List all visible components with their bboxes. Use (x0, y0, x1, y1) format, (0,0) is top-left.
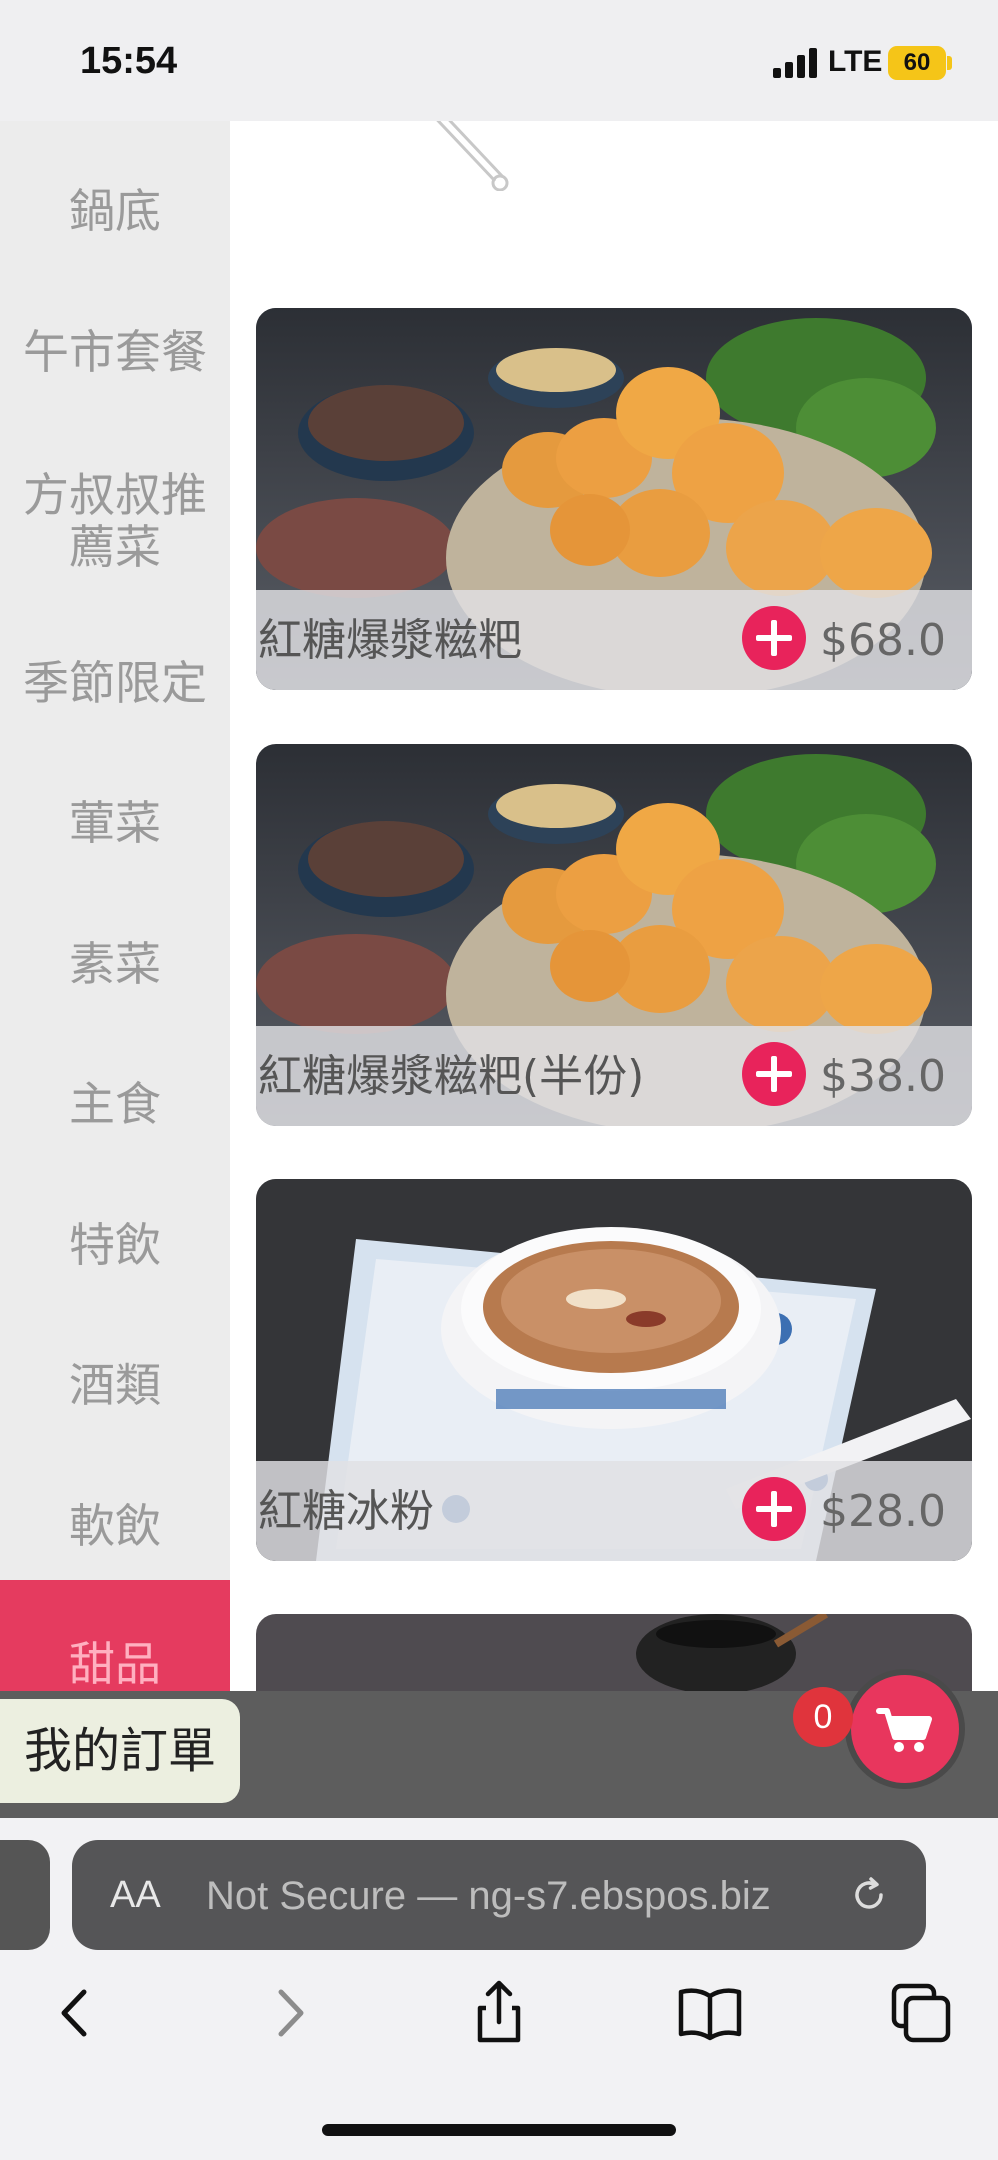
add-to-cart-button[interactable] (742, 1042, 806, 1106)
category-recommended-line1[interactable]: 方叔叔推 (0, 467, 230, 523)
category-staple[interactable]: 主食 (0, 1076, 230, 1132)
home-indicator (322, 2124, 676, 2136)
item-price: $28.0 (820, 1486, 946, 1537)
add-to-cart-button[interactable] (742, 1477, 806, 1541)
url-text: Not Secure — ng-s7.ebspos.biz (206, 1874, 771, 1918)
my-orders-button[interactable]: 我的訂單 (0, 1699, 240, 1803)
share-icon[interactable] (464, 1978, 534, 2048)
category-soft-drinks[interactable]: 軟飲 (0, 1498, 230, 1554)
shopping-cart-icon (876, 1708, 932, 1752)
category-pot-base[interactable]: 鍋底 (0, 183, 230, 239)
address-bar[interactable]: AA Not Secure — ng-s7.ebspos.biz (72, 1840, 926, 1950)
menu-item-card[interactable]: 紅糖爆漿糍粑 $68.0 (256, 308, 972, 690)
item-name: 紅糖爆漿糍粑(半份) (258, 1051, 645, 1102)
category-vegetable[interactable]: 素菜 (0, 936, 230, 992)
bowl-illustration-icon (436, 121, 509, 191)
menu-list: 紅糖爆漿糍粑 $68.0 紅糖爆漿糍粑(半份) $38.0 紅糖冰粉 $28.0 (230, 121, 998, 1691)
item-name: 紅糖冰粉 (258, 1486, 434, 1537)
tabs-icon[interactable] (886, 1978, 956, 2048)
category-seasonal[interactable]: 季節限定 (0, 655, 230, 711)
network-label: LTE (828, 45, 883, 78)
battery-tip (947, 56, 952, 70)
text-size-button[interactable]: AA (110, 1874, 161, 1917)
status-time: 15:54 (80, 40, 178, 82)
text-size-label: AA (110, 1874, 161, 1916)
back-icon[interactable] (40, 1978, 110, 2048)
category-sidebar: 鍋底 午市套餐 方叔叔推 薦菜 季節限定 葷菜 素菜 主食 特飲 酒類 軟飲 甜… (0, 121, 230, 1691)
category-recommended-line2[interactable]: 薦菜 (0, 519, 230, 575)
cart-button[interactable] (845, 1669, 965, 1789)
add-to-cart-button[interactable] (742, 606, 806, 670)
status-bar: 15:54 LTE 60 (0, 0, 998, 121)
bookmarks-icon[interactable] (675, 1978, 745, 2048)
category-dessert[interactable]: 甜品 (0, 1580, 230, 1691)
item-price: $38.0 (820, 1051, 946, 1102)
signal-icon (773, 48, 819, 78)
menu-item-card[interactable]: 紅糖爆漿糍粑(半份) $38.0 (256, 744, 972, 1126)
item-name: 紅糖爆漿糍粑 (258, 615, 522, 666)
item-price: $68.0 (820, 615, 946, 666)
menu-item-card[interactable]: 紅糖冰粉 $28.0 (256, 1179, 972, 1561)
battery-icon: 60 (888, 46, 946, 80)
reload-icon[interactable] (847, 1873, 891, 1917)
cart-count-badge: 0 (793, 1687, 853, 1747)
previous-tab-peek[interactable] (0, 1840, 50, 1950)
category-meat[interactable]: 葷菜 (0, 795, 230, 851)
app-screen: 15:54 LTE 60 鍋底 午市套餐 方叔叔推 薦菜 季節限定 葷菜 素菜 … (0, 0, 998, 2160)
category-special-drinks[interactable]: 特飲 (0, 1217, 230, 1273)
category-lunch-set[interactable]: 午市套餐 (0, 324, 230, 380)
category-alcohol[interactable]: 酒類 (0, 1357, 230, 1413)
browser-toolbar: AA Not Secure — ng-s7.ebspos.biz (0, 1818, 998, 2160)
forward-icon[interactable] (255, 1978, 325, 2048)
order-bar: 我的訂單 0 (0, 1669, 998, 1818)
